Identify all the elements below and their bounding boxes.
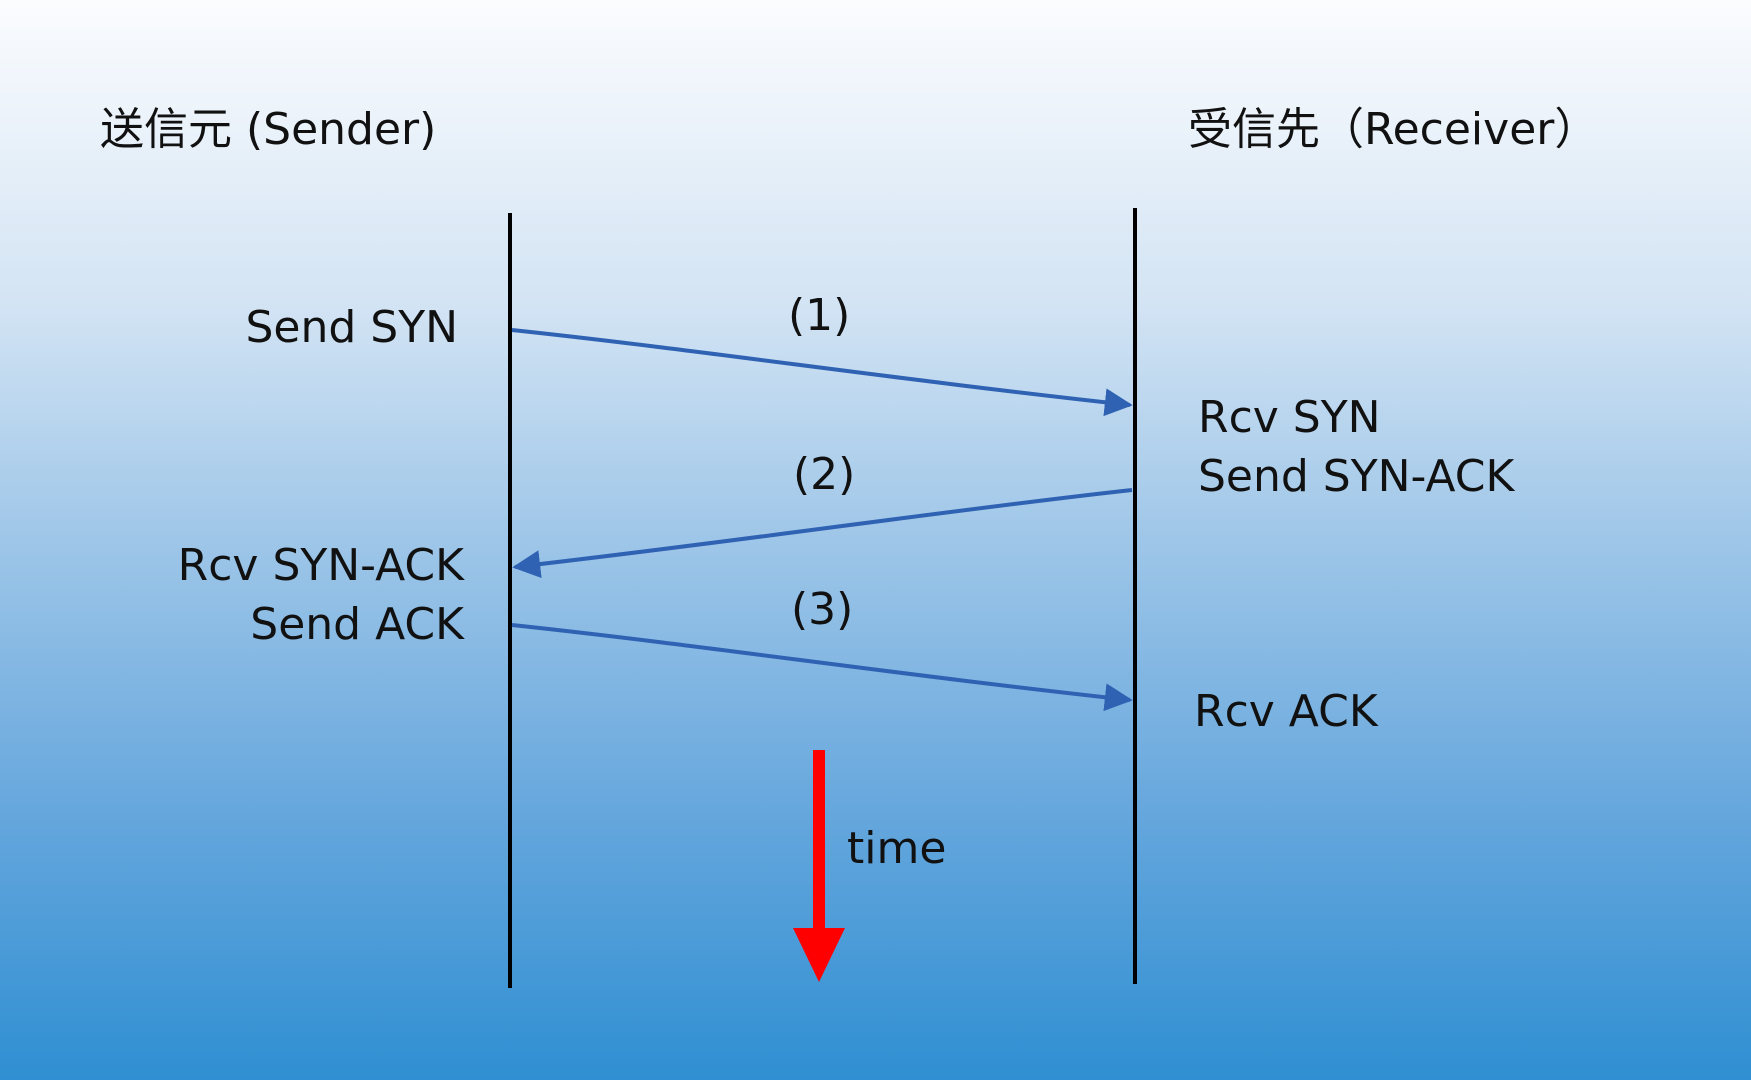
message-arrow-3 [511, 623, 1133, 712]
receiver-title: 受信先（Receiver） [1188, 104, 1599, 155]
sender-step-rcv-syn-ack: Rcv SYN-ACK [177, 540, 464, 591]
receiver-step-rcv-syn: Rcv SYN [1198, 392, 1381, 443]
message-arrow-1 [511, 328, 1133, 417]
sender-step-send-syn: Send SYN [245, 302, 458, 353]
time-arrow [793, 750, 845, 982]
sender-step-send-ack: Send ACK [250, 599, 464, 650]
message-label-1: (1) [788, 290, 851, 341]
message-arrow-2 [512, 488, 1133, 579]
message-label-2: (2) [793, 449, 856, 500]
receiver-step-send-syn-ack: Send SYN-ACK [1198, 451, 1515, 502]
receiver-step-rcv-ack: Rcv ACK [1194, 686, 1378, 737]
message-label-3: (3) [791, 584, 854, 635]
time-label: time [847, 823, 947, 874]
sender-title: 送信元 (Sender) [100, 104, 437, 155]
